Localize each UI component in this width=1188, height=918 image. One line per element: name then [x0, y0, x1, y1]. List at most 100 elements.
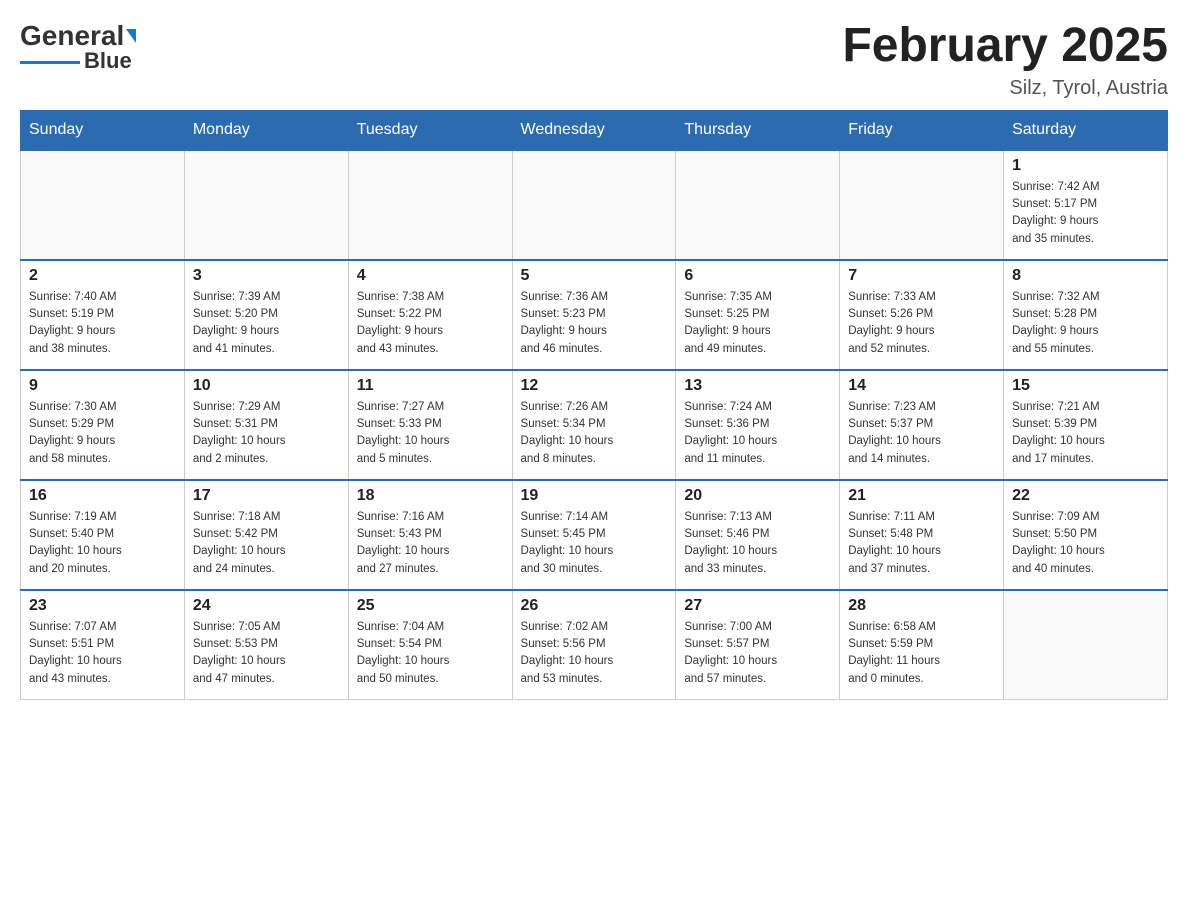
calendar-cell: 11 Sunrise: 7:27 AMSunset: 5:33 PMDayligh… [348, 370, 512, 480]
day-info: Sunrise: 7:30 AMSunset: 5:29 PMDaylight:… [29, 399, 176, 468]
day-info: Sunrise: 7:21 AMSunset: 5:39 PMDaylight:… [1012, 399, 1159, 468]
calendar-cell: 22Sunrise: 7:09 AMSunset: 5:50 PMDayligh… [1004, 480, 1168, 590]
day-number: 11 [357, 377, 504, 395]
calendar-cell: 1 Sunrise: 7:42 AMSunset: 5:17 PMDaylight… [1004, 150, 1168, 260]
day-number: 25 [357, 597, 504, 615]
calendar-cell: 9 Sunrise: 7:30 AMSunset: 5:29 PMDaylight… [21, 370, 185, 480]
day-number: 1 [1012, 157, 1159, 175]
calendar-cell: 19Sunrise: 7:14 AMSunset: 5:45 PMDayligh… [512, 480, 676, 590]
calendar-cell [348, 150, 512, 260]
day-info: Sunrise: 7:11 AMSunset: 5:48 PMDaylight:… [848, 509, 995, 578]
day-number: 21 [848, 487, 995, 505]
header-monday: Monday [184, 110, 348, 150]
calendar-cell: 6 Sunrise: 7:35 AMSunset: 5:25 PMDaylight… [676, 260, 840, 370]
day-number: 8 [1012, 267, 1159, 285]
day-number: 2 [29, 267, 176, 285]
day-info: Sunrise: 7:24 AMSunset: 5:36 PMDaylight:… [684, 399, 831, 468]
calendar-cell: 24 Sunrise: 7:05 AMSunset: 5:53 PMDayligh… [184, 590, 348, 700]
location-subtitle: Silz, Tyrol, Austria [842, 77, 1168, 100]
calendar-cell: 5 Sunrise: 7:36 AMSunset: 5:23 PMDaylight… [512, 260, 676, 370]
day-number: 28 [848, 597, 995, 615]
title-area: February 2025 Silz, Tyrol, Austria [842, 20, 1168, 100]
week-row-4: 23 Sunrise: 7:07 AMSunset: 5:51 PMDayligh… [21, 590, 1168, 700]
calendar-cell: 23 Sunrise: 7:07 AMSunset: 5:51 PMDayligh… [21, 590, 185, 700]
weekday-header-row: Sunday Monday Tuesday Wednesday Thursday… [21, 110, 1168, 150]
header-tuesday: Tuesday [348, 110, 512, 150]
day-info: Sunrise: 7:27 AMSunset: 5:33 PMDaylight:… [357, 399, 504, 468]
day-number: 23 [29, 597, 176, 615]
day-number: 14 [848, 377, 995, 395]
day-number: 3 [193, 267, 340, 285]
calendar-cell: 10 Sunrise: 7:29 AMSunset: 5:31 PMDayligh… [184, 370, 348, 480]
calendar-cell [184, 150, 348, 260]
header-thursday: Thursday [676, 110, 840, 150]
week-row-1: 2 Sunrise: 7:40 AMSunset: 5:19 PMDaylight… [21, 260, 1168, 370]
header-friday: Friday [840, 110, 1004, 150]
calendar-cell: 13 Sunrise: 7:24 AMSunset: 5:36 PMDayligh… [676, 370, 840, 480]
day-info: Sunrise: 7:42 AMSunset: 5:17 PMDaylight:… [1012, 179, 1159, 248]
day-info: Sunrise: 7:13 AMSunset: 5:46 PMDaylight:… [684, 509, 831, 578]
day-number: 18 [357, 487, 504, 505]
day-info: Sunrise: 6:58 AMSunset: 5:59 PMDaylight:… [848, 619, 995, 688]
day-number: 19 [521, 487, 668, 505]
day-info: Sunrise: 7:32 AMSunset: 5:28 PMDaylight:… [1012, 289, 1159, 358]
calendar-cell: 7 Sunrise: 7:33 AMSunset: 5:26 PMDaylight… [840, 260, 1004, 370]
day-info: Sunrise: 7:26 AMSunset: 5:34 PMDaylight:… [521, 399, 668, 468]
day-number: 6 [684, 267, 831, 285]
day-number: 24 [193, 597, 340, 615]
day-info: Sunrise: 7:40 AMSunset: 5:19 PMDaylight:… [29, 289, 176, 358]
calendar-cell: 28 Sunrise: 6:58 AMSunset: 5:59 PMDayligh… [840, 590, 1004, 700]
page-header: General Blue February 2025 Silz, Tyrol, … [20, 20, 1168, 100]
day-info: Sunrise: 7:29 AMSunset: 5:31 PMDaylight:… [193, 399, 340, 468]
day-number: 16 [29, 487, 176, 505]
day-number: 13 [684, 377, 831, 395]
calendar-cell: 15 Sunrise: 7:21 AMSunset: 5:39 PMDayligh… [1004, 370, 1168, 480]
week-row-0: 1 Sunrise: 7:42 AMSunset: 5:17 PMDaylight… [21, 150, 1168, 260]
day-number: 10 [193, 377, 340, 395]
logo: General Blue [20, 20, 136, 74]
calendar-cell [840, 150, 1004, 260]
calendar-cell [1004, 590, 1168, 700]
day-number: 27 [684, 597, 831, 615]
logo-triangle-icon [126, 29, 136, 43]
month-title: February 2025 [842, 20, 1168, 73]
calendar-cell: 21 Sunrise: 7:11 AMSunset: 5:48 PMDayligh… [840, 480, 1004, 590]
calendar-table: Sunday Monday Tuesday Wednesday Thursday… [20, 110, 1168, 701]
day-number: 5 [521, 267, 668, 285]
day-info: Sunrise: 7:19 AMSunset: 5:40 PMDaylight:… [29, 509, 176, 578]
day-info: Sunrise: 7:36 AMSunset: 5:23 PMDaylight:… [521, 289, 668, 358]
calendar-cell [21, 150, 185, 260]
day-info: Sunrise: 7:18 AMSunset: 5:42 PMDaylight:… [193, 509, 340, 578]
calendar-cell: 3 Sunrise: 7:39 AMSunset: 5:20 PMDaylight… [184, 260, 348, 370]
calendar-cell: 8 Sunrise: 7:32 AMSunset: 5:28 PMDaylight… [1004, 260, 1168, 370]
day-info: Sunrise: 7:16 AMSunset: 5:43 PMDaylight:… [357, 509, 504, 578]
calendar-cell: 2 Sunrise: 7:40 AMSunset: 5:19 PMDaylight… [21, 260, 185, 370]
week-row-2: 9 Sunrise: 7:30 AMSunset: 5:29 PMDaylight… [21, 370, 1168, 480]
calendar-cell: 20 Sunrise: 7:13 AMSunset: 5:46 PMDayligh… [676, 480, 840, 590]
day-info: Sunrise: 7:05 AMSunset: 5:53 PMDaylight:… [193, 619, 340, 688]
day-number: 15 [1012, 377, 1159, 395]
calendar-cell: 4Sunrise: 7:38 AMSunset: 5:22 PMDaylight… [348, 260, 512, 370]
day-number: 7 [848, 267, 995, 285]
day-info: Sunrise: 7:39 AMSunset: 5:20 PMDaylight:… [193, 289, 340, 358]
calendar-cell [512, 150, 676, 260]
day-info: Sunrise: 7:09 AMSunset: 5:50 PMDaylight:… [1012, 509, 1159, 578]
day-info: Sunrise: 7:07 AMSunset: 5:51 PMDaylight:… [29, 619, 176, 688]
day-number: 17 [193, 487, 340, 505]
header-sunday: Sunday [21, 110, 185, 150]
day-number: 9 [29, 377, 176, 395]
day-info: Sunrise: 7:33 AMSunset: 5:26 PMDaylight:… [848, 289, 995, 358]
calendar-cell: 14Sunrise: 7:23 AMSunset: 5:37 PMDayligh… [840, 370, 1004, 480]
calendar-cell [676, 150, 840, 260]
day-info: Sunrise: 7:04 AMSunset: 5:54 PMDaylight:… [357, 619, 504, 688]
day-number: 20 [684, 487, 831, 505]
calendar-cell: 25 Sunrise: 7:04 AMSunset: 5:54 PMDayligh… [348, 590, 512, 700]
day-info: Sunrise: 7:35 AMSunset: 5:25 PMDaylight:… [684, 289, 831, 358]
header-wednesday: Wednesday [512, 110, 676, 150]
calendar-cell: 18 Sunrise: 7:16 AMSunset: 5:43 PMDayligh… [348, 480, 512, 590]
calendar-cell: 12Sunrise: 7:26 AMSunset: 5:34 PMDayligh… [512, 370, 676, 480]
day-number: 26 [521, 597, 668, 615]
calendar-cell: 16 Sunrise: 7:19 AMSunset: 5:40 PMDayligh… [21, 480, 185, 590]
header-saturday: Saturday [1004, 110, 1168, 150]
week-row-3: 16 Sunrise: 7:19 AMSunset: 5:40 PMDayligh… [21, 480, 1168, 590]
